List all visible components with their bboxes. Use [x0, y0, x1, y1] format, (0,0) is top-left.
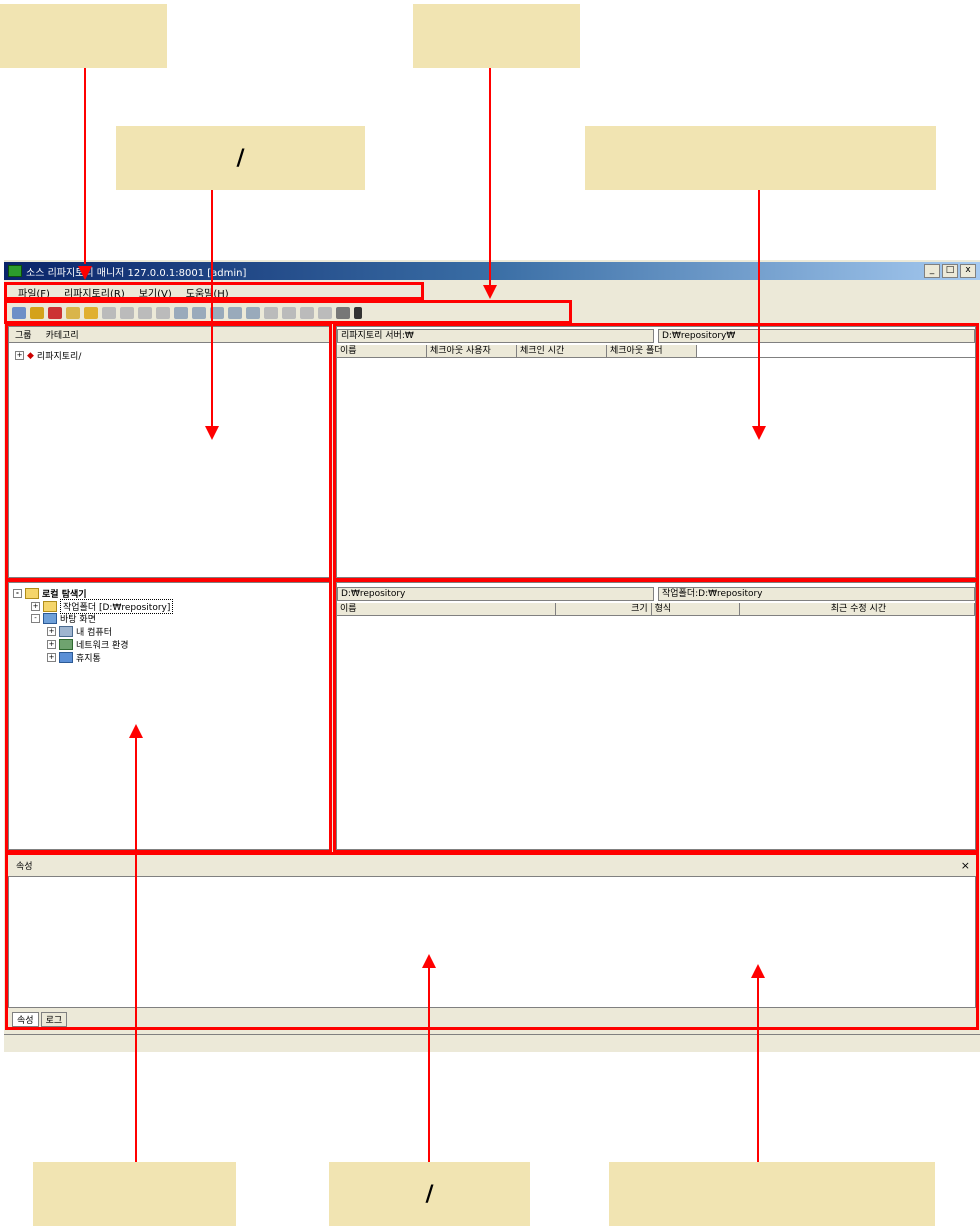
- connector-log: [757, 978, 759, 1162]
- callout-menu-bar: [0, 4, 167, 68]
- highlight-left-top: [5, 323, 332, 581]
- arrow-menu: [78, 266, 92, 280]
- connector-left-bottom: [135, 738, 137, 1162]
- connector-properties: [428, 968, 430, 1162]
- connector-menu: [84, 68, 86, 264]
- status-bar: [4, 1034, 980, 1050]
- connector-right-top: [758, 190, 760, 426]
- arrow-right-top: [752, 426, 766, 440]
- callout-right-list-pane: [585, 126, 936, 190]
- highlight-left-bottom: [5, 579, 332, 853]
- highlight-right-top: [333, 323, 979, 581]
- maximize-button[interactable]: □: [942, 264, 958, 278]
- highlight-right-bottom: [333, 579, 979, 853]
- callout-toolbar: [413, 4, 580, 68]
- close-button[interactable]: x: [960, 264, 976, 278]
- app-icon: [8, 265, 22, 277]
- arrow-left-bottom: [129, 724, 143, 738]
- callout-local-explorer: [33, 1162, 236, 1226]
- minimize-button[interactable]: _: [924, 264, 940, 278]
- arrow-toolbar: [483, 285, 497, 299]
- connector-left-top: [211, 190, 213, 426]
- arrow-left-top: [205, 426, 219, 440]
- highlight-toolbar: [4, 300, 572, 324]
- arrow-log: [751, 964, 765, 978]
- title-bar: 소스 리파지토리 매니저 127.0.0.1:8001 [admin] _ □ …: [4, 262, 980, 280]
- highlight-menu-bar: [4, 282, 424, 300]
- callout-left-tree-pane: /: [116, 126, 365, 190]
- callout-log-pane: [609, 1162, 935, 1226]
- window-title: 소스 리파지토리 매니저 127.0.0.1:8001 [admin]: [26, 267, 247, 279]
- callout-properties-pane: /: [329, 1162, 530, 1226]
- arrow-properties: [422, 954, 436, 968]
- connector-toolbar: [489, 68, 491, 286]
- highlight-properties: [5, 852, 979, 1030]
